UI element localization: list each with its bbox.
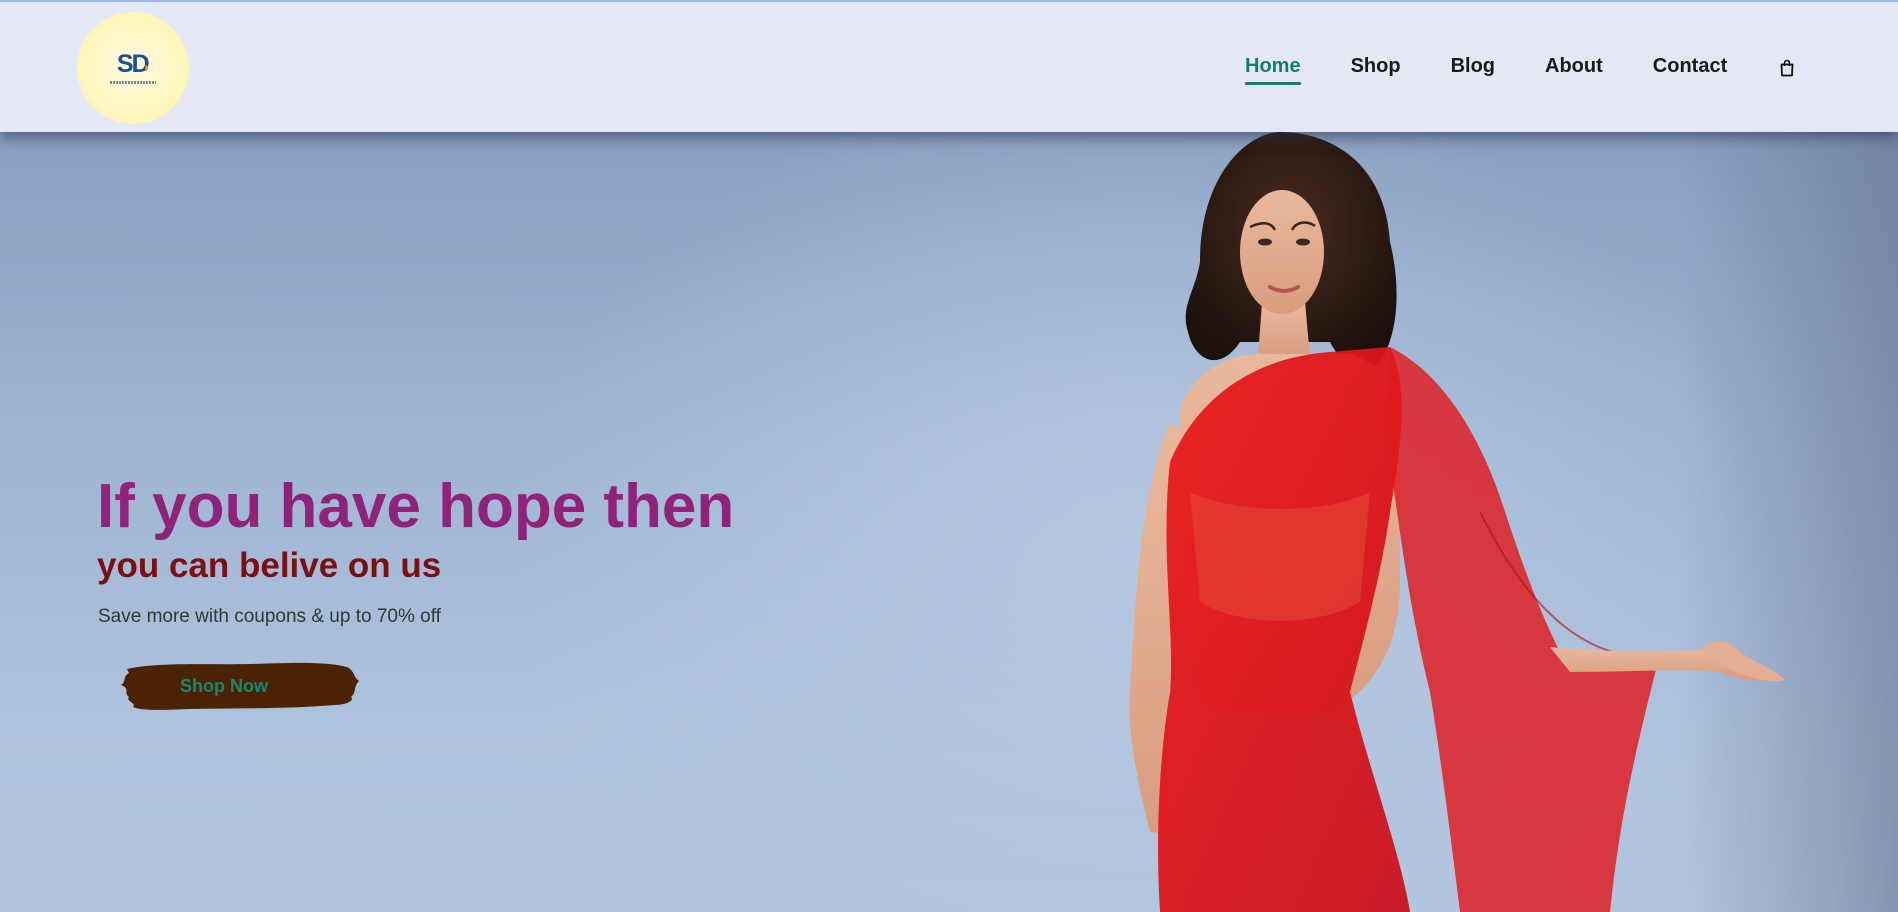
saree-pallu-shape: [1390, 347, 1660, 912]
nav-item-shop[interactable]: Shop: [1351, 54, 1401, 78]
page: SD◗ Home Shop Blog About Contact If you …: [0, 0, 1898, 912]
site-header: SD◗ Home Shop Blog About Contact: [0, 2, 1898, 132]
hero-headline: If you have hope then: [97, 472, 735, 541]
shopping-bag-icon[interactable]: [1779, 59, 1795, 77]
logo-tagline-decoration: [110, 81, 156, 84]
hero-banner: If you have hope then you can belive on …: [0, 132, 1898, 912]
main-nav: Home Shop Blog About Contact: [1245, 54, 1777, 85]
nav-item-contact[interactable]: Contact: [1653, 54, 1727, 78]
logo-swoosh-icon: ◗: [142, 59, 152, 75]
logo-letter-s: S: [116, 50, 134, 78]
face-shape: [1240, 190, 1324, 314]
sd-logo-icon: SD◗: [116, 50, 152, 79]
hero-tagline: Save more with coupons & up to 70% off: [98, 606, 441, 627]
brand-logo[interactable]: SD◗: [77, 12, 189, 124]
nav-item-blog[interactable]: Blog: [1451, 54, 1495, 78]
hero-subheadline: you can belive on us: [97, 546, 442, 585]
model-in-red-saree-photo: [1129, 132, 1785, 912]
nav-item-home[interactable]: Home: [1245, 54, 1301, 85]
nav-item-about[interactable]: About: [1545, 54, 1603, 78]
window-top-border: [0, 0, 1898, 2]
shopping-bag-icon-svg: [1780, 59, 1794, 77]
shop-now-label: Shop Now: [180, 676, 268, 696]
shop-now-button[interactable]: Shop Now: [119, 659, 361, 714]
